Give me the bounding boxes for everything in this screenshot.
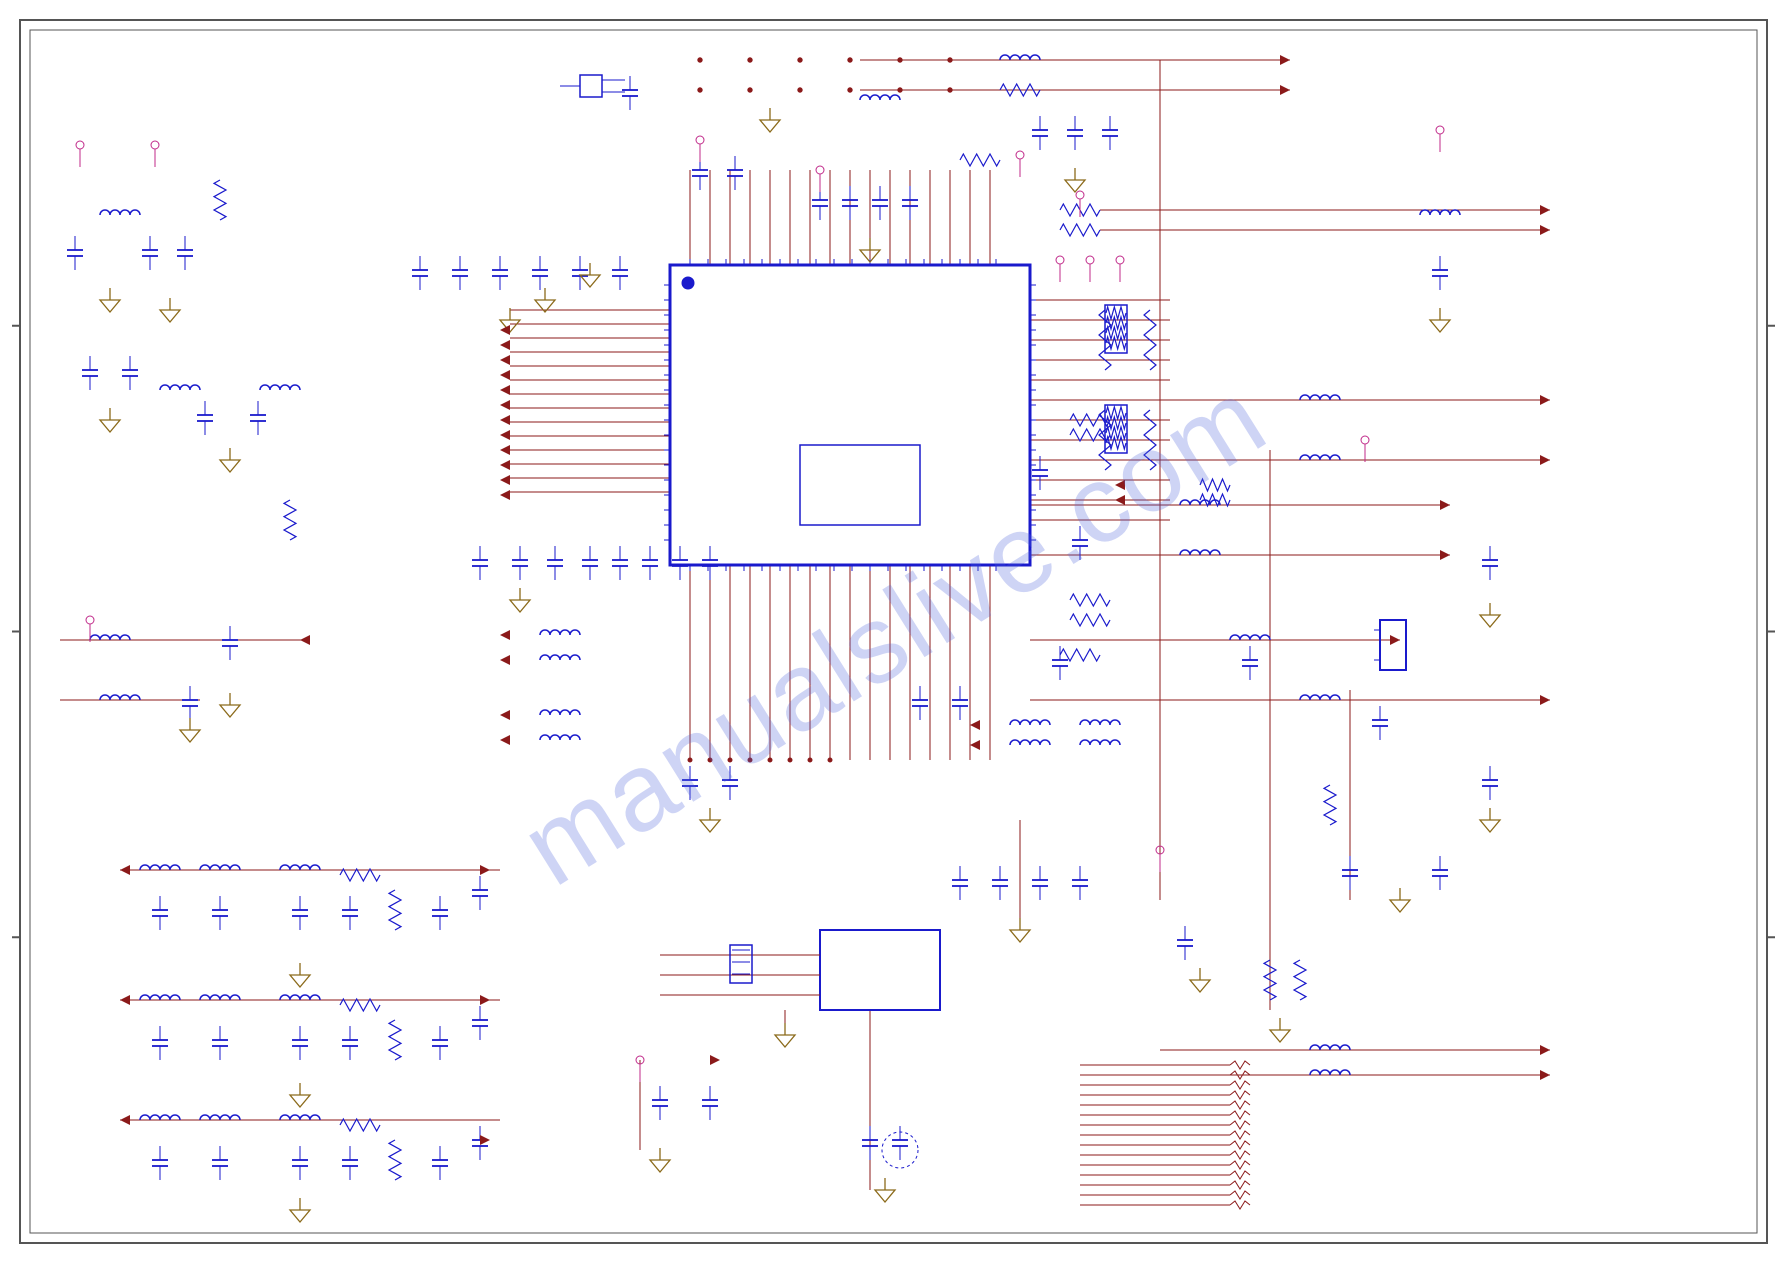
schematic-svg — [0, 0, 1787, 1263]
schematic-page: manualslive.com — [0, 0, 1787, 1263]
